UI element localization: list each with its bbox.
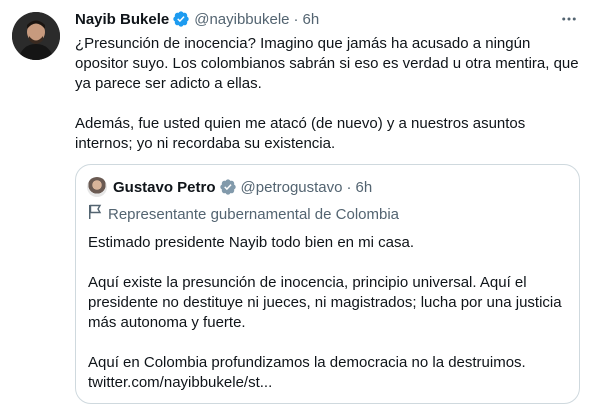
more-options-icon[interactable] xyxy=(559,9,579,29)
tweet-paragraph: ¿Presunción de inocencia? Imagino que ja… xyxy=(75,35,579,92)
quoted-author-name[interactable]: Gustavo Petro xyxy=(113,179,216,196)
quoted-tweet-timestamp: 6h xyxy=(355,178,373,196)
author-avatar[interactable] xyxy=(12,12,60,60)
author-name[interactable]: Nayib Bukele xyxy=(75,11,169,28)
government-label[interactable]: Representante gubernamental de Colombia xyxy=(88,204,399,225)
quoted-paragraph: Estimado presidente Nayib todo bien en m… xyxy=(88,234,415,251)
tweet-header: Nayib Bukele @nayibbukele · 6h xyxy=(75,9,319,29)
tweet-text: ¿Presunción de inocencia? Imagino que ja… xyxy=(75,34,580,154)
author-handle[interactable]: @nayibbukele xyxy=(194,11,289,28)
quoted-tweet[interactable]: Gustavo Petro @petrogustavo · 6h Represe… xyxy=(75,164,580,404)
tweet-timestamp[interactable]: 6h xyxy=(303,11,320,28)
flag-icon xyxy=(88,204,102,225)
quoted-tweet-text: Estimado presidente Nayib todo bien en m… xyxy=(88,233,568,393)
tweet-paragraph: Además, fue usted quien me atacó (de nue… xyxy=(75,115,526,152)
quoted-paragraph: Aquí en Colombia profundizamos la democr… xyxy=(88,354,526,391)
quoted-paragraph: Aquí existe la presunción de inocencia, … xyxy=(88,274,562,331)
separator-dot: · xyxy=(346,178,352,196)
tweet[interactable]: Nayib Bukele @nayibbukele · 6h ¿Presunci… xyxy=(0,0,597,407)
verified-badge-icon xyxy=(219,178,237,196)
label-text: Representante gubernamental de Colombia xyxy=(108,206,400,223)
verified-badge-icon xyxy=(172,10,190,28)
separator-dot: · xyxy=(293,10,299,28)
quoted-author-handle[interactable]: @petrogustavo xyxy=(241,179,343,196)
quoted-tweet-header: Gustavo Petro @petrogustavo · 6h xyxy=(87,177,372,197)
quoted-author-avatar[interactable] xyxy=(87,177,107,197)
